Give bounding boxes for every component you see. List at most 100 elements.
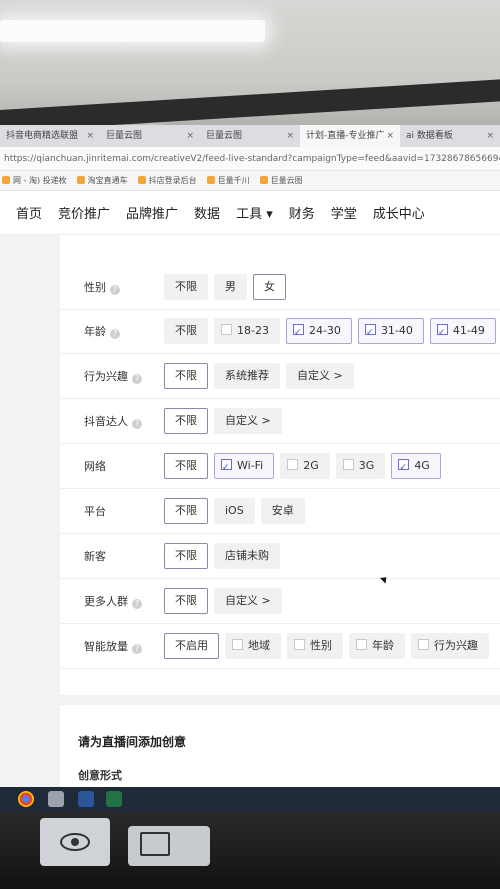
bookmark-label: 淘宝直通车 <box>87 176 128 185</box>
option-button[interactable]: 24-30 <box>285 318 352 345</box>
option-label: 2G <box>303 459 319 472</box>
nav-item[interactable]: 工具 ▾ <box>236 203 273 222</box>
form-row-label-text: 平台 <box>84 505 106 518</box>
option-label: 41-49 <box>452 324 485 337</box>
option-button[interactable]: 不限 <box>164 588 208 614</box>
option-button[interactable]: 18-23 <box>214 318 280 344</box>
eye-icon <box>60 833 90 851</box>
help-icon[interactable]: ? <box>110 285 120 295</box>
word-icon[interactable] <box>78 791 94 807</box>
option-group: 不启用 地域 性别 年龄 行为兴趣 <box>164 633 489 659</box>
close-icon[interactable]: × <box>386 125 394 147</box>
option-button[interactable]: Wi-Fi <box>214 453 275 480</box>
nav-item[interactable]: 学堂 <box>331 203 357 222</box>
option-button[interactable]: 3G <box>335 453 386 479</box>
form-row-label-text: 智能放量 <box>84 640 128 653</box>
option-button[interactable]: 自定义 > <box>214 588 282 614</box>
chrome-icon[interactable] <box>18 791 34 807</box>
form-row-label: 平台 <box>60 503 164 519</box>
nav-item[interactable]: 财务 <box>289 203 315 222</box>
option-button[interactable]: 4G <box>391 453 441 480</box>
option-label: 不限 <box>175 594 197 607</box>
bookmark-label: 抖店登录后台 <box>148 176 197 185</box>
nav-item[interactable]: 竞价推广 <box>58 203 110 222</box>
close-icon[interactable]: × <box>486 125 494 147</box>
form-row: 年龄? 不限 18-23 24-30 31-40 41-49 <box>60 309 500 354</box>
help-icon[interactable]: ? <box>110 329 120 339</box>
browser-tab[interactable]: 巨量云图 × <box>100 125 200 147</box>
option-button[interactable]: 行为兴趣 <box>411 633 489 659</box>
option-group: 不限 Wi-Fi 2G 3G 4G <box>164 453 441 480</box>
address-bar[interactable]: https://qianchuan.jinritemai.com/creativ… <box>0 147 500 171</box>
bookmark-item[interactable]: 巨量云图 <box>259 171 303 190</box>
form-row-label: 网络 <box>60 458 164 474</box>
option-button[interactable]: 不限 <box>164 498 208 524</box>
option-button[interactable]: 不限 <box>164 274 208 300</box>
option-group: 不限 系统推荐 自定义 > <box>164 363 354 389</box>
close-icon[interactable]: × <box>286 125 294 147</box>
bookmark-item[interactable]: 网 - 淘) 投递枚 <box>2 171 67 190</box>
nav-item[interactable]: 数据 <box>194 203 220 222</box>
option-label: 性别 <box>310 639 332 652</box>
option-button[interactable]: 31-40 <box>357 318 424 345</box>
option-label: 不限 <box>175 414 197 427</box>
browser-tab-bar: 抖音电商精选联盟 × 巨量云图 × 巨量云图 × 计划-直播-专业推广 × ai 数据看板 × <box>0 125 500 147</box>
nav-item[interactable]: 成长中心 <box>373 203 425 222</box>
close-icon[interactable]: × <box>86 125 94 147</box>
bookmark-item[interactable]: 巨量千川 <box>206 171 250 190</box>
help-icon[interactable]: ? <box>132 419 142 429</box>
option-button[interactable]: 不限 <box>164 408 208 434</box>
form-row: 性别? 不限 男 女 <box>60 265 500 310</box>
checkbox-icon <box>287 459 299 470</box>
browser-tab[interactable]: 抖音电商精选联盟 × <box>0 125 100 147</box>
browser-tab[interactable]: 巨量云图 × <box>200 125 300 147</box>
checkbox-icon <box>232 639 243 650</box>
option-button[interactable]: 系统推荐 <box>214 363 280 389</box>
option-label: 女 <box>264 280 275 293</box>
form-row-label: 智能放量? <box>60 638 164 654</box>
bookmark-item[interactable]: 淘宝直通车 <box>76 171 128 190</box>
checkbox-icon <box>342 459 354 470</box>
browser-tab[interactable]: 计划-直播-专业推广 × <box>300 125 400 147</box>
option-label: 地域 <box>248 639 270 652</box>
option-button[interactable]: 店铺未购 <box>214 543 280 569</box>
option-button[interactable]: iOS <box>214 498 255 524</box>
card-icon-box <box>128 826 210 866</box>
option-group: 不限 男 女 <box>164 274 286 300</box>
close-icon[interactable]: × <box>186 125 194 147</box>
option-button[interactable]: 安卓 <box>260 498 305 524</box>
option-button[interactable]: 自定义 > <box>286 363 354 389</box>
option-button[interactable]: 不限 <box>164 543 208 569</box>
option-button[interactable]: 女 <box>253 274 286 300</box>
bookmark-icon <box>206 176 215 184</box>
option-label: 店铺未购 <box>225 549 269 562</box>
option-button[interactable]: 不限 <box>164 453 208 479</box>
option-button[interactable]: 2G <box>280 453 330 479</box>
option-label: iOS <box>225 504 244 517</box>
app-icon[interactable] <box>48 791 64 807</box>
option-button[interactable]: 年龄 <box>349 633 405 659</box>
option-label: 不限 <box>175 324 197 337</box>
nav-item[interactable]: 首页 <box>16 203 42 222</box>
option-label: 男 <box>225 280 236 293</box>
checkbox-icon <box>436 321 448 345</box>
help-icon[interactable]: ? <box>132 374 142 384</box>
help-icon[interactable]: ? <box>132 644 142 654</box>
option-button[interactable]: 自定义 > <box>214 408 282 434</box>
bookmark-icon <box>76 176 85 184</box>
option-button[interactable]: 41-49 <box>429 318 496 345</box>
option-button[interactable]: 地域 <box>225 633 281 659</box>
option-button[interactable]: 性别 <box>287 633 343 659</box>
excel-icon[interactable] <box>106 791 122 807</box>
checkbox-icon <box>294 639 305 650</box>
nav-item[interactable]: 品牌推广 <box>126 203 178 222</box>
bookmark-item[interactable]: 抖店登录后台 <box>137 171 197 190</box>
browser-tab[interactable]: ai 数据看板 × <box>400 125 500 147</box>
help-icon[interactable]: ? <box>132 599 142 609</box>
option-label: 不启用 <box>175 639 208 652</box>
option-button[interactable]: 不限 <box>164 318 208 344</box>
option-button[interactable]: 不启用 <box>164 633 219 659</box>
option-button[interactable]: 不限 <box>164 363 208 389</box>
option-button[interactable]: 男 <box>214 274 247 300</box>
card-icon <box>140 832 170 856</box>
